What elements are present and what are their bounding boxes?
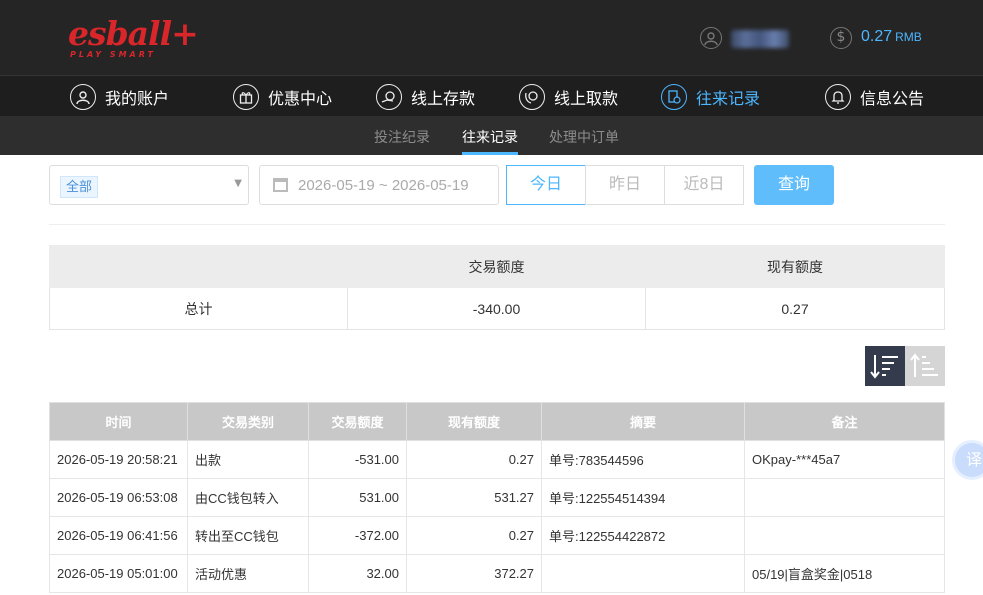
cell-balance: 372.27: [406, 554, 542, 593]
col-summary-header[interactable]: 摘要: [541, 402, 745, 441]
cell-summary: 单号:783544596: [541, 440, 745, 479]
balance-currency: RMB: [895, 30, 922, 44]
cell-summary: 单号:122554422872: [541, 516, 745, 555]
cell-time: 2026-05-19 06:41:56: [49, 516, 188, 555]
nav-promotions[interactable]: 优惠中心: [233, 82, 332, 112]
nav-label: 信息公告: [860, 91, 925, 108]
cell-amount: -372.00: [308, 516, 407, 555]
sort-ascending-icon: [910, 353, 938, 377]
translate-floating-button[interactable]: 译: [952, 440, 983, 480]
summary-header-cell: 交易额度: [347, 245, 646, 288]
table-row: 2026-05-19 20:58:21 出款 -531.00 0.27 单号:7…: [49, 440, 945, 479]
date-range-input[interactable]: 2026-05-19 ~ 2026-05-19: [259, 165, 499, 205]
cell-amount: 32.00: [308, 554, 407, 593]
user-avatar-icon[interactable]: [700, 27, 722, 49]
summary-header-row: 交易额度 现有额度: [49, 245, 945, 288]
nav-my-account[interactable]: 我的账户: [70, 82, 169, 112]
divider: [49, 224, 945, 225]
cell-amount: -531.00: [308, 440, 407, 479]
col-type-header[interactable]: 交易类别: [187, 402, 309, 441]
nav-online-withdraw[interactable]: 线上取款: [519, 82, 618, 112]
cell-summary: 单号:122554514394: [541, 478, 745, 517]
search-button[interactable]: 查询: [754, 165, 834, 205]
summary-current-balance: 0.27: [645, 287, 945, 330]
col-remark-header[interactable]: 备注: [744, 402, 945, 441]
summary-header-cell: [49, 245, 348, 288]
cell-type: 由CC钱包转入: [187, 478, 309, 517]
records-table: 时间 交易类别 交易额度 现有额度 摘要 备注 2026-05-19 20:58…: [49, 402, 945, 593]
summary-table: 交易额度 现有额度 总计 -340.00 0.27: [49, 245, 945, 330]
gift-icon: [233, 84, 259, 110]
cell-time: 2026-05-19 20:58:21: [49, 440, 188, 479]
withdraw-icon: [519, 84, 545, 110]
summary-total-row: 总计 -340.00 0.27: [49, 287, 945, 330]
cell-remark: 05/19|盲盒奖金|0518: [744, 554, 945, 593]
subnav-pending-orders[interactable]: 处理中订单: [549, 127, 619, 147]
deposit-icon: [376, 84, 402, 110]
col-time-header[interactable]: 时间: [49, 402, 188, 441]
logo-tagline: PLAY SMART: [70, 50, 156, 59]
sort-descending-button[interactable]: [865, 346, 905, 386]
nav-label: 往来记录: [696, 91, 761, 108]
username-blurred[interactable]: [731, 30, 789, 48]
records-icon: [661, 84, 687, 110]
caret-down-icon: ▼: [234, 178, 242, 189]
table-row: 2026-05-19 06:41:56 转出至CC钱包 -372.00 0.27…: [49, 516, 945, 555]
subnav-transaction-records[interactable]: 往来记录: [462, 127, 518, 147]
selected-type-tag[interactable]: 全部: [60, 176, 99, 198]
sort-ascending-button[interactable]: [905, 346, 945, 386]
nav-label: 优惠中心: [268, 91, 333, 108]
subnav-bet-records[interactable]: 投注纪录: [374, 127, 430, 147]
records-header-row: 时间 交易类别 交易额度 现有额度 摘要 备注: [49, 402, 945, 441]
cell-remark: [744, 478, 945, 517]
nav-online-deposit[interactable]: 线上存款: [376, 82, 475, 112]
cell-remark: OKpay-***45a7: [744, 440, 945, 479]
cell-balance: 0.27: [406, 516, 542, 555]
cell-balance: 531.27: [406, 478, 542, 517]
transaction-type-select[interactable]: 全部 ▼: [49, 165, 249, 205]
user-icon: [70, 84, 96, 110]
cell-summary: [541, 554, 745, 593]
logo-wordmark: esball+: [68, 14, 199, 53]
date-range-value: 2026-05-19 ~ 2026-05-19: [298, 177, 469, 194]
cell-type: 转出至CC钱包: [187, 516, 309, 555]
nav-announcements[interactable]: 信息公告: [825, 82, 924, 112]
balance-display: 0.27 RMB: [861, 28, 922, 46]
summary-header-cell: 现有额度: [645, 245, 945, 288]
table-row: 2026-05-19 06:53:08 由CC钱包转入 531.00 531.2…: [49, 478, 945, 517]
calendar-icon: [273, 178, 288, 192]
esball-logo[interactable]: esball+ PLAY SMART: [68, 12, 199, 62]
top-bar: esball+ PLAY SMART $ 0.27 RMB: [0, 0, 983, 75]
cell-time: 2026-05-19 05:01:00: [49, 554, 188, 593]
today-button[interactable]: 今日: [506, 165, 586, 205]
cell-amount: 531.00: [308, 478, 407, 517]
main-nav: 我的账户 优惠中心 线上存款 线上取款 往来记录 信息公告: [0, 75, 983, 116]
yesterday-button[interactable]: 昨日: [585, 165, 665, 205]
dollar-coin-icon: $: [830, 27, 852, 49]
nav-label: 线上取款: [554, 91, 619, 108]
cell-balance: 0.27: [406, 440, 542, 479]
nav-transaction-records[interactable]: 往来记录: [661, 82, 760, 112]
summary-total-label: 总计: [49, 287, 348, 330]
nav-label: 我的账户: [105, 91, 170, 108]
last-8-days-button[interactable]: 近8日: [664, 165, 744, 205]
bell-icon: [825, 84, 851, 110]
cell-remark: [744, 516, 945, 555]
cell-type: 活动优惠: [187, 554, 309, 593]
table-row: 2026-05-19 05:01:00 活动优惠 32.00 372.27 05…: [49, 554, 945, 593]
cell-type: 出款: [187, 440, 309, 479]
summary-total-amount: -340.00: [347, 287, 646, 330]
balance-amount: 0.27: [861, 28, 893, 45]
col-amount-header[interactable]: 交易额度: [308, 402, 407, 441]
col-balance-header[interactable]: 现有额度: [406, 402, 542, 441]
sort-descending-icon: [870, 355, 898, 379]
cell-time: 2026-05-19 06:53:08: [49, 478, 188, 517]
nav-label: 线上存款: [411, 91, 476, 108]
active-tab-underline: [462, 152, 518, 155]
sub-nav: 投注纪录 往来记录 处理中订单: [0, 116, 983, 155]
